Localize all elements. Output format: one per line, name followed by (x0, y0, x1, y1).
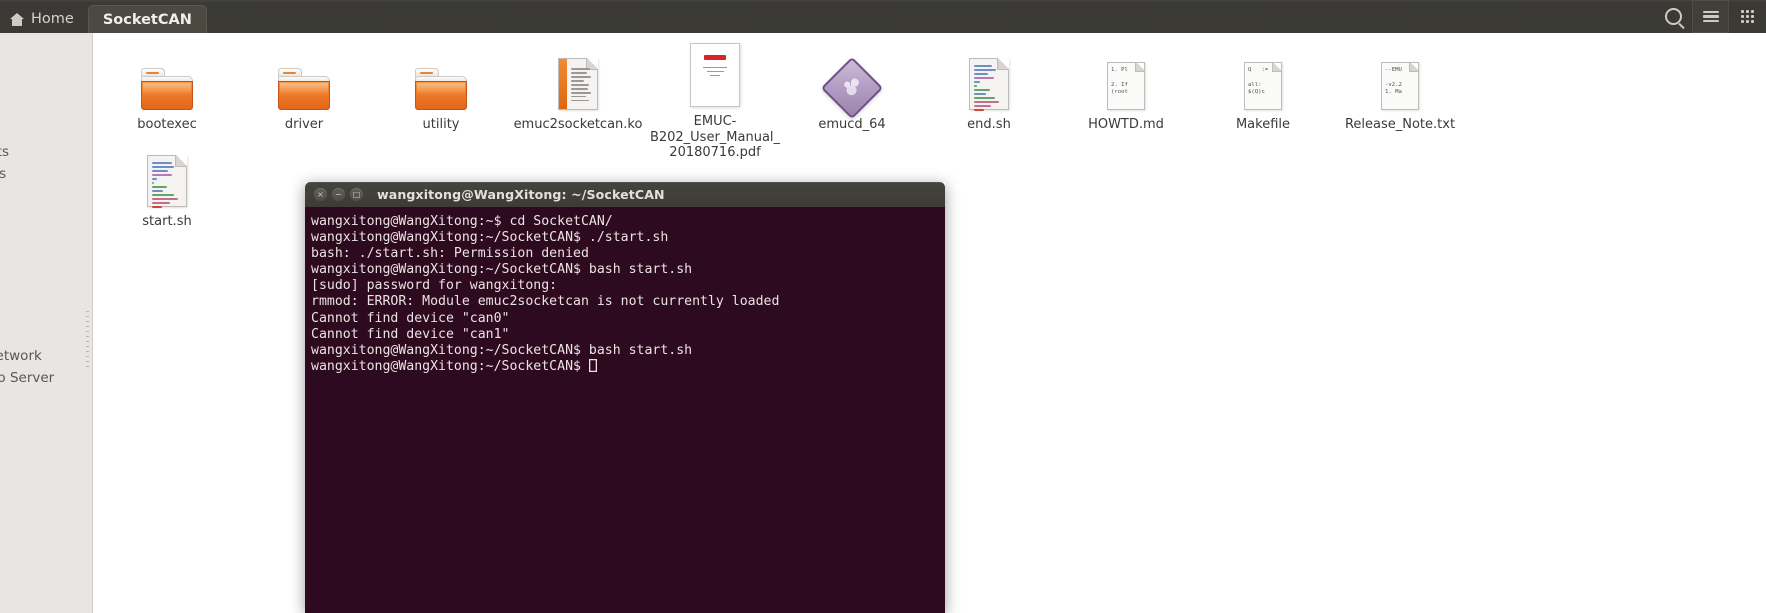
file-item-makefile[interactable]: Q := all: $(Q)c Makefile (1194, 46, 1332, 133)
terminal-line: rmmod: ERROR: Module emuc2socketcan is n… (311, 294, 780, 310)
apps-grid-icon[interactable] (1729, 0, 1766, 33)
sidebar-item-computer[interactable]: Computer (0, 283, 92, 305)
text-preview-icon: Q := all: $(Q)c (1244, 46, 1282, 110)
terminal-screen[interactable]: wangxitong@WangXitong:~$ cd SocketCAN/ w… (305, 207, 945, 613)
places-sidebar: Home Desktop Documents Downloads Picture… (0, 33, 93, 613)
file-item-emuc-b202-user-manual-pdf[interactable]: EMUC-B202_User_Manual_20180716.pdf (646, 35, 784, 161)
unity-top-bar: Home SocketCAN (0, 0, 1766, 33)
file-label: HOWTD.md (1088, 117, 1164, 132)
file-label: emucd_64 (818, 117, 886, 132)
shell-script-icon (969, 46, 1009, 111)
thumb-preview-text: 1. Pl 2. If (root (1111, 67, 1128, 96)
file-item-start-sh[interactable]: start.sh (98, 143, 236, 230)
terminal-window[interactable]: × − □ wangxitong@WangXitong: ~/SocketCAN… (305, 182, 945, 613)
minimize-icon[interactable]: − (332, 188, 345, 201)
shell-script-icon (147, 143, 187, 208)
tab-home[interactable]: Home (0, 5, 88, 33)
folder-icon (141, 46, 193, 110)
sidebar-item-downloads[interactable]: Downloads (0, 163, 92, 185)
file-label: Release_Note.txt (1344, 117, 1456, 132)
text-preview-icon: 1. Pl 2. If (root (1107, 46, 1145, 110)
terminal-line: wangxitong@WangXitong:~$ cd SocketCAN/ (311, 214, 613, 229)
terminal-line: wangxitong@WangXitong:~/SocketCAN$ bash … (311, 262, 693, 278)
home-icon (10, 12, 24, 26)
sidebar-item-home[interactable]: Home (0, 71, 92, 93)
window-controls: × − □ (314, 188, 363, 201)
sidebar-item-label: Documents (0, 144, 9, 160)
file-label: start.sh (142, 214, 192, 229)
terminal-title-bar[interactable]: × − □ wangxitong@WangXitong: ~/SocketCAN (305, 182, 945, 207)
top-bar-actions (1655, 0, 1766, 33)
thumb-preview-text: --EMU -v2.2 1. Ma (1385, 67, 1402, 96)
sidebar-resize-grip[interactable] (86, 311, 89, 371)
maximize-icon[interactable]: □ (350, 188, 363, 201)
sidebar-item-connect-to-server[interactable]: Connect to Server (0, 367, 92, 389)
sidebar-item-label: Connect to Server (0, 370, 55, 386)
hamburger-menu-icon[interactable] (1692, 0, 1729, 33)
file-item-emuc2socketcan-ko[interactable]: emuc2socketcan.ko (509, 46, 647, 133)
terminal-prompt-line: wangxitong@WangXitong:~/SocketCAN$ (308, 359, 945, 375)
sidebar-item-desktop[interactable]: Desktop (0, 119, 92, 141)
terminal-line: wangxitong@WangXitong:~/SocketCAN$ ./sta… (311, 230, 669, 246)
kernel-module-file-icon (558, 46, 598, 110)
top-bar-tabs: Home SocketCAN (0, 0, 207, 33)
tab-home-label: Home (31, 11, 74, 27)
file-label: driver (284, 117, 324, 132)
terminal-line: wangxitong@WangXitong:~/SocketCAN$ bash … (311, 342, 693, 358)
executable-binary-icon (820, 46, 884, 120)
thumb-preview-text: Q := all: $(Q)c (1248, 67, 1269, 96)
file-item-bootexec[interactable]: bootexec (98, 46, 236, 133)
close-icon[interactable]: × (314, 188, 327, 201)
sidebar-item-documents[interactable]: Documents (0, 141, 92, 163)
file-label: utility (422, 117, 460, 132)
file-label: Makefile (1235, 117, 1291, 132)
search-icon[interactable] (1655, 0, 1692, 33)
terminal-line: bash: ./start.sh: Permission denied (311, 246, 589, 262)
sidebar-item-label: Downloads (0, 166, 6, 182)
terminal-title-label: wangxitong@WangXitong: ~/SocketCAN (377, 187, 665, 202)
sidebar-item-label: Browse Network (0, 348, 42, 364)
file-item-howtd-md[interactable]: 1. Pl 2. If (root HOWTD.md (1057, 46, 1195, 133)
file-label: end.sh (967, 117, 1011, 132)
terminal-prompt: wangxitong@WangXitong:~/SocketCAN$ (311, 358, 589, 374)
terminal-cursor (589, 359, 597, 372)
file-item-end-sh[interactable]: end.sh (920, 46, 1058, 133)
terminal-line: Cannot find device "can1" (311, 326, 510, 342)
file-item-release-note-txt[interactable]: --EMU -v2.2 1. Ma Release_Note.txt (1331, 46, 1469, 133)
file-label: bootexec (137, 117, 197, 132)
sidebar-item-browse-network[interactable]: Browse Network (0, 345, 92, 367)
sidebar-item-pictures[interactable]: Pictures (0, 199, 92, 221)
file-item-utility[interactable]: utility (372, 46, 510, 133)
file-label: emuc2socketcan.ko (513, 117, 643, 132)
folder-icon (278, 46, 330, 110)
file-item-emucd-64[interactable]: emucd_64 (783, 46, 921, 133)
pdf-document-icon (690, 35, 740, 107)
file-label: EMUC-B202_User_Manual_20180716.pdf (649, 114, 781, 160)
sidebar-item-videos[interactable]: Videos (0, 221, 92, 243)
tab-socketcan-label: SocketCAN (102, 11, 192, 28)
terminal-line: Cannot find device "can0" (311, 310, 510, 326)
terminal-line: [sudo] password for wangxitong: (311, 278, 558, 294)
tab-socketcan[interactable]: SocketCAN (87, 5, 207, 33)
text-preview-icon: --EMU -v2.2 1. Ma (1381, 46, 1419, 110)
file-item-driver[interactable]: driver (235, 46, 373, 133)
folder-icon (415, 46, 467, 110)
